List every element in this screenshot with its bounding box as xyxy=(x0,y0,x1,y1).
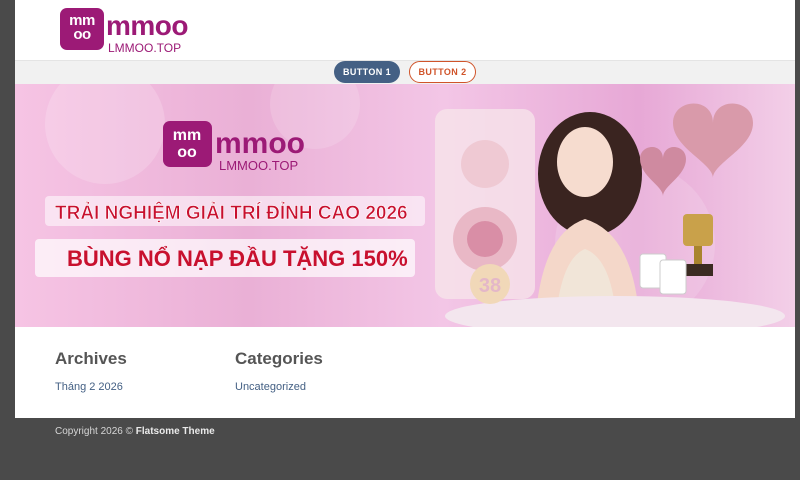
page-container: mm oo mmoo LMMOO.TOP BUTTON 1 BUTTON 2 mm… xyxy=(15,0,795,418)
ornament-wheel-center xyxy=(467,221,503,257)
copyright-prefix: Copyright 2026 © xyxy=(55,426,133,437)
archives-link[interactable]: Tháng 2 2026 xyxy=(55,381,123,393)
copyright: Copyright 2026 © Flatsome Theme xyxy=(55,426,215,437)
trophy-base xyxy=(683,264,713,276)
trophy-stem xyxy=(694,246,702,264)
categories-link[interactable]: Uncategorized xyxy=(235,381,306,393)
theme-name[interactable]: Flatsome Theme xyxy=(136,426,215,437)
site-logo[interactable]: mm oo mmoo LMMOO.TOP xyxy=(60,8,190,56)
button-2[interactable]: BUTTON 2 xyxy=(409,61,476,83)
bg-light xyxy=(45,84,165,184)
archives-title: Archives xyxy=(55,349,127,368)
logo-subtitle: LMMOO.TOP xyxy=(108,41,182,55)
trophy-cup xyxy=(683,214,713,246)
categories-title: Categories xyxy=(235,349,323,368)
hero-banner[interactable]: mm oo mmoo LMMOO.TOP TRẢI NGHIỆM GIẢI TR… xyxy=(15,84,795,327)
banner-logo-subtitle: LMMOO.TOP xyxy=(219,158,298,173)
banner-artwork: mm oo mmoo LMMOO.TOP TRẢI NGHIỆM GIẢI TR… xyxy=(35,84,785,327)
heart-large xyxy=(673,103,753,178)
banner-promo: BÙNG NỔ NẠP ĐẦU TẶNG 150% xyxy=(67,246,408,271)
banner-logo-mark-text: oo xyxy=(177,144,197,161)
logo-word: mmoo xyxy=(106,10,189,41)
footer-widgets: Archives Tháng 2 2026 Categories Uncateg… xyxy=(15,327,795,418)
banner-headline: TRẢI NGHIỆM GIẢI TRÍ ĐỈNH CAO 2026 xyxy=(55,202,408,224)
face xyxy=(557,127,613,197)
banner-logo-mark-text: mm xyxy=(173,127,201,144)
button-1[interactable]: BUTTON 1 xyxy=(334,61,400,83)
site-header: mm oo mmoo LMMOO.TOP xyxy=(15,0,795,60)
ornament-flower xyxy=(461,140,509,188)
banner-logo-word: mmoo xyxy=(215,127,305,160)
logo-mark: mm oo xyxy=(60,8,104,50)
playing-card xyxy=(659,259,687,295)
header-bottom-bar: BUTTON 1 BUTTON 2 xyxy=(15,60,795,85)
badge-number: 38 xyxy=(479,275,501,297)
